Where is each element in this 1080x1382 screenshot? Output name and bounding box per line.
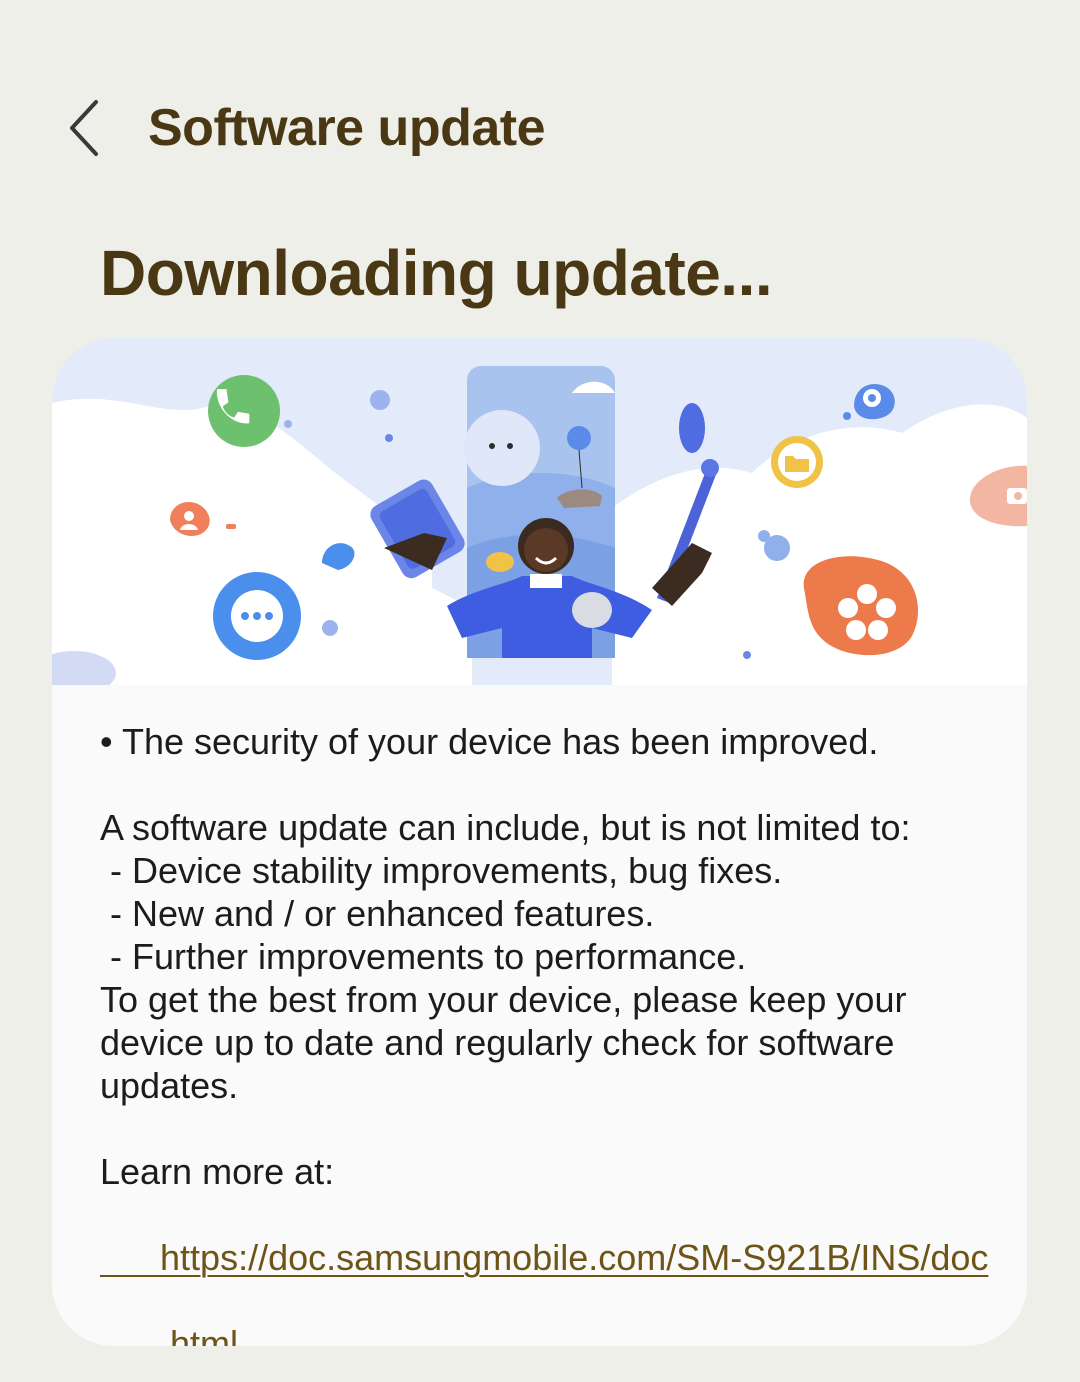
update-card: • The security of your device has been i… xyxy=(52,338,1027,1346)
security-bullet: • The security of your device has been i… xyxy=(100,721,879,762)
folder-icon xyxy=(771,436,823,488)
phone-icon xyxy=(208,375,280,447)
chevron-left-icon xyxy=(70,100,98,156)
settings-icon xyxy=(854,384,895,420)
app-bar: Software update xyxy=(0,80,1080,180)
hero-illustration xyxy=(52,338,1027,685)
back-button[interactable] xyxy=(52,92,116,164)
update-intro: A software update can include, but is no… xyxy=(100,807,911,848)
app-bar-title: Software update xyxy=(148,99,546,157)
list-item: - Device stability improvements, bug fix… xyxy=(100,850,783,891)
list-item: - Further improvements to performance. xyxy=(100,936,747,977)
closing-text: device up to date and regularly check fo… xyxy=(100,1022,895,1063)
list-item: - New and / or enhanced features. xyxy=(100,893,655,934)
learn-more-link-line[interactable]: .html xyxy=(160,1323,238,1346)
release-notes: • The security of your device has been i… xyxy=(100,720,1000,1346)
learn-more-link-line[interactable]: https://doc.samsungmobile.com/SM-S921B/I… xyxy=(160,1237,988,1278)
closing-text: updates. xyxy=(100,1065,239,1106)
closing-text: To get the best from your device, please… xyxy=(100,979,907,1020)
learn-more-label: Learn more at: xyxy=(100,1151,335,1192)
status-title: Downloading update... xyxy=(100,237,773,309)
learn-more-link[interactable]: https://doc.samsungmobile.com/SM-S921B/I… xyxy=(100,1193,1000,1346)
